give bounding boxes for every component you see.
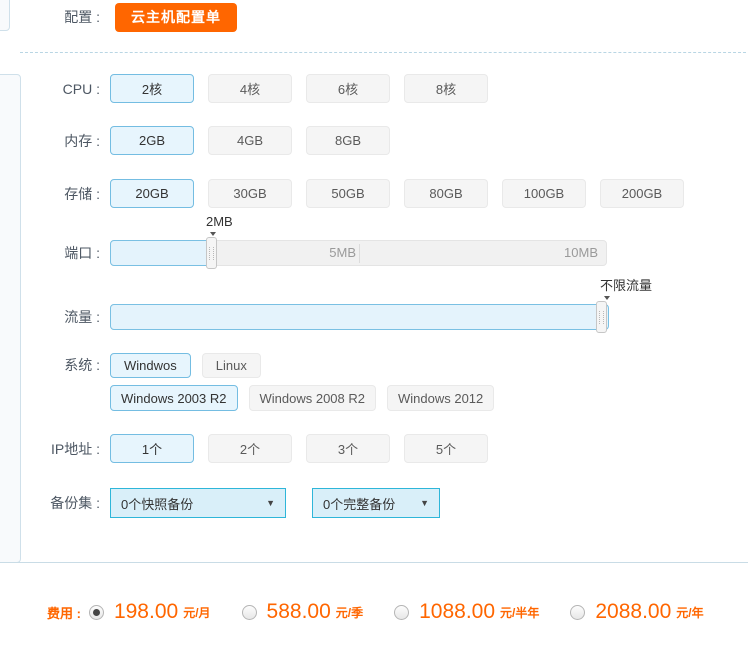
full-backup-value: 0个完整备份: [323, 496, 396, 512]
tooltip-caret-icon: [210, 232, 216, 236]
memory-option[interactable]: 2GB: [110, 126, 194, 155]
cpu-row: CPU : 2核 4核 6核 8核: [0, 74, 488, 103]
cloud-host-config-page: 配置 : 云主机配置单 CPU : 2核 4核 6核 8核 内存 : 2GB 4…: [0, 0, 748, 659]
port-slider-fill: [110, 240, 217, 266]
fee-row: 费用 : 198.00 元/月 588.00 元/季 1088.00 元/半年 …: [47, 597, 735, 627]
slider-grip-icon: [599, 310, 604, 324]
port-value-tooltip: 2MB: [206, 214, 233, 236]
traffic-row: 流量 :: [0, 301, 609, 333]
os-version-option[interactable]: Windows 2012: [387, 385, 495, 411]
storage-row: 存储 : 20GB 30GB 50GB 80GB 100GB 200GB: [0, 179, 684, 208]
memory-option[interactable]: 4GB: [208, 126, 292, 155]
traffic-value-text: 不限流量: [600, 278, 653, 293]
storage-option[interactable]: 100GB: [502, 179, 586, 208]
traffic-label: 流量 :: [64, 309, 100, 325]
snapshot-backup-value: 0个快照备份: [121, 496, 194, 512]
fee-radio[interactable]: [394, 604, 410, 620]
traffic-value-tooltip: 不限流量: [600, 278, 652, 300]
fee-plan-yearly[interactable]: 2088.00 元/年: [570, 600, 704, 624]
fee-price: 588.00: [266, 600, 331, 623]
ip-row: IP地址 : 1个 2个 3个 5个: [0, 434, 488, 463]
fee-unit: 元/季: [335, 605, 364, 620]
config-row: 配置 : 云主机配置单: [0, 2, 237, 32]
storage-option[interactable]: 200GB: [600, 179, 684, 208]
cpu-option[interactable]: 2核: [110, 74, 194, 103]
memory-label: 内存 :: [64, 132, 100, 149]
port-slider-track[interactable]: 5MB 10MB: [110, 237, 607, 269]
config-sheet-button[interactable]: 云主机配置单: [115, 2, 237, 32]
dropdown-arrow-icon: ▼: [266, 498, 275, 508]
cpu-option[interactable]: 6核: [306, 74, 390, 103]
section-bottom-divider: [0, 562, 748, 563]
fee-radio[interactable]: [88, 604, 104, 620]
os-version-group: Windows 2003 R2 Windows 2008 R2 Windows …: [110, 385, 495, 411]
fee-unit: 元/半年: [500, 605, 540, 620]
fee-unit: 元/年: [676, 605, 704, 620]
fee-radio[interactable]: [241, 604, 257, 620]
cpu-option[interactable]: 4核: [208, 74, 292, 103]
backup-row: 备份集 : 0个快照备份 ▼ 0个完整备份 ▼: [0, 488, 440, 518]
slider-grip-icon: [209, 246, 214, 260]
fee-price: 198.00: [113, 600, 179, 623]
port-row: 端口 : 5MB 10MB: [0, 237, 607, 269]
port-value-text: 2MB: [206, 214, 233, 229]
os-version-option[interactable]: Windows 2003 R2: [110, 385, 238, 411]
traffic-slider-track[interactable]: [110, 301, 609, 333]
storage-option[interactable]: 30GB: [208, 179, 292, 208]
ip-option[interactable]: 2个: [208, 434, 292, 463]
snapshot-backup-select[interactable]: 0个快照备份 ▼: [110, 488, 286, 518]
fee-radio[interactable]: [570, 604, 586, 620]
os-family-option[interactable]: Linux: [201, 353, 261, 378]
full-backup-select[interactable]: 0个完整备份 ▼: [312, 488, 440, 518]
storage-label: 存储 :: [64, 185, 100, 202]
fee-plan-quarterly[interactable]: 588.00 元/季: [241, 600, 364, 624]
system-row: 系统 : Windwos Linux Windows 2003 R2 Windo…: [0, 353, 495, 411]
system-label: 系统 :: [64, 357, 100, 373]
port-mid-tick: [359, 244, 360, 263]
memory-option[interactable]: 8GB: [306, 126, 390, 155]
fee-price: 1088.00: [419, 600, 496, 623]
cpu-label: CPU :: [62, 80, 100, 97]
ip-option[interactable]: 1个: [110, 434, 194, 463]
storage-option[interactable]: 20GB: [110, 179, 194, 208]
port-mid-label: 5MB: [329, 245, 356, 260]
memory-row: 内存 : 2GB 4GB 8GB: [0, 126, 390, 155]
backup-label: 备份集 :: [50, 495, 100, 511]
ip-option[interactable]: 5个: [404, 434, 488, 463]
os-family-option[interactable]: Windwos: [110, 353, 191, 378]
cpu-option[interactable]: 8核: [404, 74, 488, 103]
port-max-label: 10MB: [564, 245, 598, 260]
fee-unit: 元/月: [183, 605, 211, 620]
fee-label: 费用 :: [47, 605, 81, 621]
fee-plan-halfyear[interactable]: 1088.00 元/半年: [394, 600, 539, 624]
fee-plan-monthly[interactable]: 198.00 元/月: [88, 600, 211, 624]
dashed-divider: [20, 52, 746, 53]
config-label: 配置 :: [64, 9, 100, 25]
os-version-option[interactable]: Windows 2008 R2: [248, 385, 376, 411]
ip-option[interactable]: 3个: [306, 434, 390, 463]
ip-label: IP地址 :: [50, 440, 100, 457]
traffic-slider-fill: [110, 304, 609, 330]
port-label: 端口 :: [64, 245, 100, 261]
os-family-group: Windwos Linux: [110, 353, 261, 378]
tooltip-caret-icon: [604, 296, 610, 300]
storage-option[interactable]: 80GB: [404, 179, 488, 208]
dropdown-arrow-icon: ▼: [420, 498, 429, 508]
port-slider-handle[interactable]: [206, 237, 217, 269]
fee-price: 2088.00: [595, 600, 672, 623]
storage-option[interactable]: 50GB: [306, 179, 390, 208]
traffic-slider-handle[interactable]: [596, 301, 607, 333]
